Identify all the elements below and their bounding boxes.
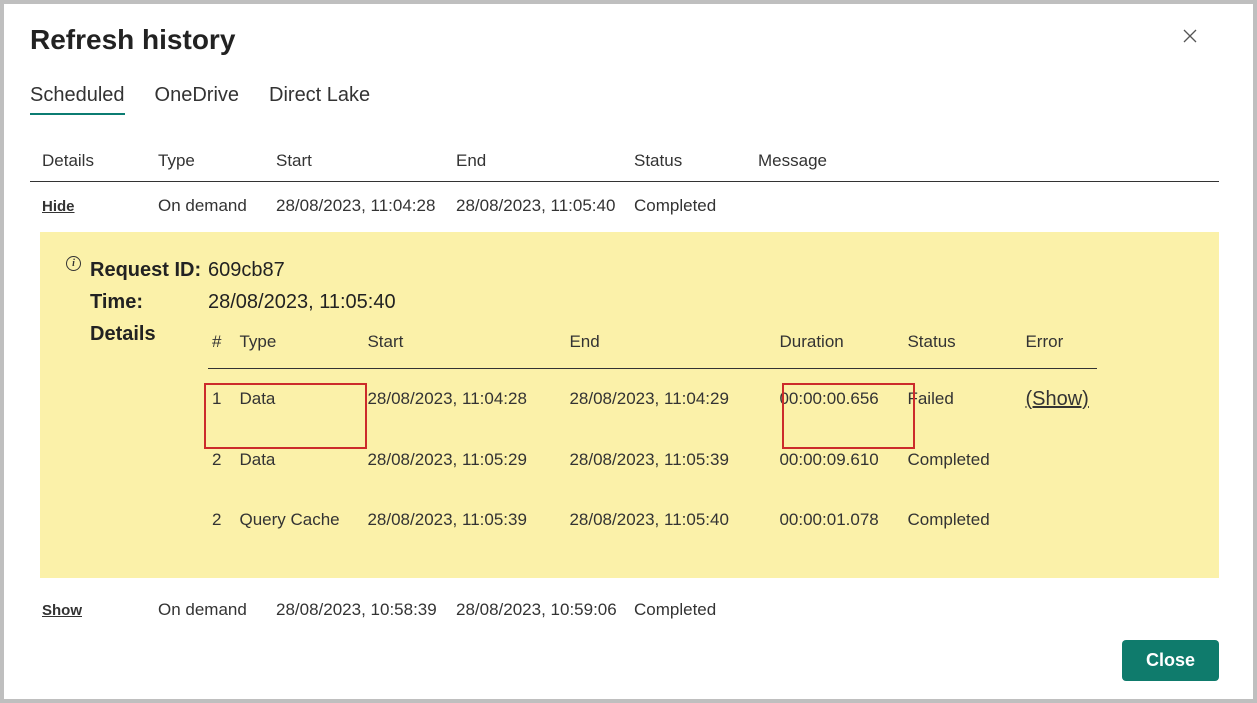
- dialog-footer: Close: [30, 624, 1227, 699]
- dcell-duration: 00:00:01.078: [771, 490, 899, 550]
- tab-directlake[interactable]: Direct Lake: [269, 84, 370, 115]
- cell-end: 28/08/2023, 11:05:40: [448, 182, 626, 231]
- dcell-error: [1017, 490, 1096, 550]
- history-header-row: Details Type Start End Status Message: [30, 143, 1219, 182]
- close-button[interactable]: Close: [1122, 640, 1219, 681]
- dcell-end: 28/08/2023, 11:05:39: [561, 430, 771, 490]
- history-table: Details Type Start End Status Message Hi…: [30, 143, 1219, 624]
- value-request-id: 609cb87: [208, 254, 1097, 286]
- tab-onedrive[interactable]: OneDrive: [155, 84, 239, 115]
- cell-type: On demand: [150, 586, 268, 624]
- hide-link[interactable]: Hide: [42, 198, 75, 215]
- dcell-start: 28/08/2023, 11:05:29: [359, 430, 561, 490]
- detail-labels: Request ID: Time: Details: [90, 254, 208, 350]
- close-icon[interactable]: [1179, 24, 1201, 50]
- col-message: Message: [750, 143, 1219, 182]
- content-area: Details Type Start End Status Message Hi…: [30, 143, 1227, 624]
- dcell-type: Query Cache: [231, 490, 359, 550]
- dcol-start: Start: [359, 318, 561, 369]
- dcol-duration: Duration: [771, 318, 899, 369]
- col-details: Details: [30, 143, 150, 182]
- cell-message: [750, 586, 1219, 624]
- annotation-box: [204, 383, 367, 449]
- dcol-end: End: [561, 318, 771, 369]
- col-start: Start: [268, 143, 448, 182]
- dcell-end: 28/08/2023, 11:05:40: [561, 490, 771, 550]
- table-row: Hide On demand 28/08/2023, 11:04:28 28/0…: [30, 182, 1219, 231]
- dcol-status: Status: [899, 318, 1017, 369]
- dcell-status: Completed: [899, 430, 1017, 490]
- error-show-link[interactable]: (Show): [1025, 388, 1088, 410]
- dialog-header: Refresh history: [30, 24, 1227, 56]
- tab-scheduled[interactable]: Scheduled: [30, 84, 125, 115]
- label-details: Details: [90, 318, 208, 350]
- detail-panel: i Request ID: Time: Details 609cb87 28/0…: [40, 232, 1219, 578]
- col-end: End: [448, 143, 626, 182]
- dialog-title: Refresh history: [30, 24, 235, 56]
- dcol-num: #: [208, 318, 231, 369]
- label-request-id: Request ID:: [90, 254, 208, 286]
- value-time: 28/08/2023, 11:05:40: [208, 286, 1097, 318]
- refresh-history-dialog: Refresh history Scheduled OneDrive Direc…: [4, 4, 1253, 699]
- info-icon: i: [66, 256, 81, 271]
- cell-type: On demand: [150, 182, 268, 231]
- dcell-end: 28/08/2023, 11:04:29: [561, 369, 771, 431]
- dcell-error: [1017, 430, 1096, 490]
- table-row: Show On demand 28/08/2023, 10:58:39 28/0…: [30, 586, 1219, 624]
- detail-row: i Request ID: Time: Details 609cb87 28/0…: [30, 230, 1219, 586]
- dcol-type: Type: [231, 318, 359, 369]
- cell-start: 28/08/2023, 11:04:28: [268, 182, 448, 231]
- dcell-status: Completed: [899, 490, 1017, 550]
- detail-item-row: 2 Query Cache 28/08/2023, 11:05:39 28/08…: [208, 490, 1097, 550]
- dcell-num: 2: [208, 490, 231, 550]
- cell-end: 28/08/2023, 10:59:06: [448, 586, 626, 624]
- dcell-start: 28/08/2023, 11:05:39: [359, 490, 561, 550]
- dcol-error: Error: [1017, 318, 1096, 369]
- col-type: Type: [150, 143, 268, 182]
- label-time: Time:: [90, 286, 208, 318]
- tabs: Scheduled OneDrive Direct Lake: [30, 84, 1227, 115]
- history-scroll[interactable]: Details Type Start End Status Message Hi…: [30, 143, 1227, 624]
- cell-start: 28/08/2023, 10:58:39: [268, 586, 448, 624]
- cell-status: Completed: [626, 586, 750, 624]
- dcell-status: Failed: [899, 369, 1017, 431]
- cell-message: [750, 182, 1219, 231]
- cell-status: Completed: [626, 182, 750, 231]
- annotation-box: [782, 383, 915, 449]
- dcell-start: 28/08/2023, 11:04:28: [359, 369, 561, 431]
- show-link[interactable]: Show: [42, 602, 82, 619]
- col-status: Status: [626, 143, 750, 182]
